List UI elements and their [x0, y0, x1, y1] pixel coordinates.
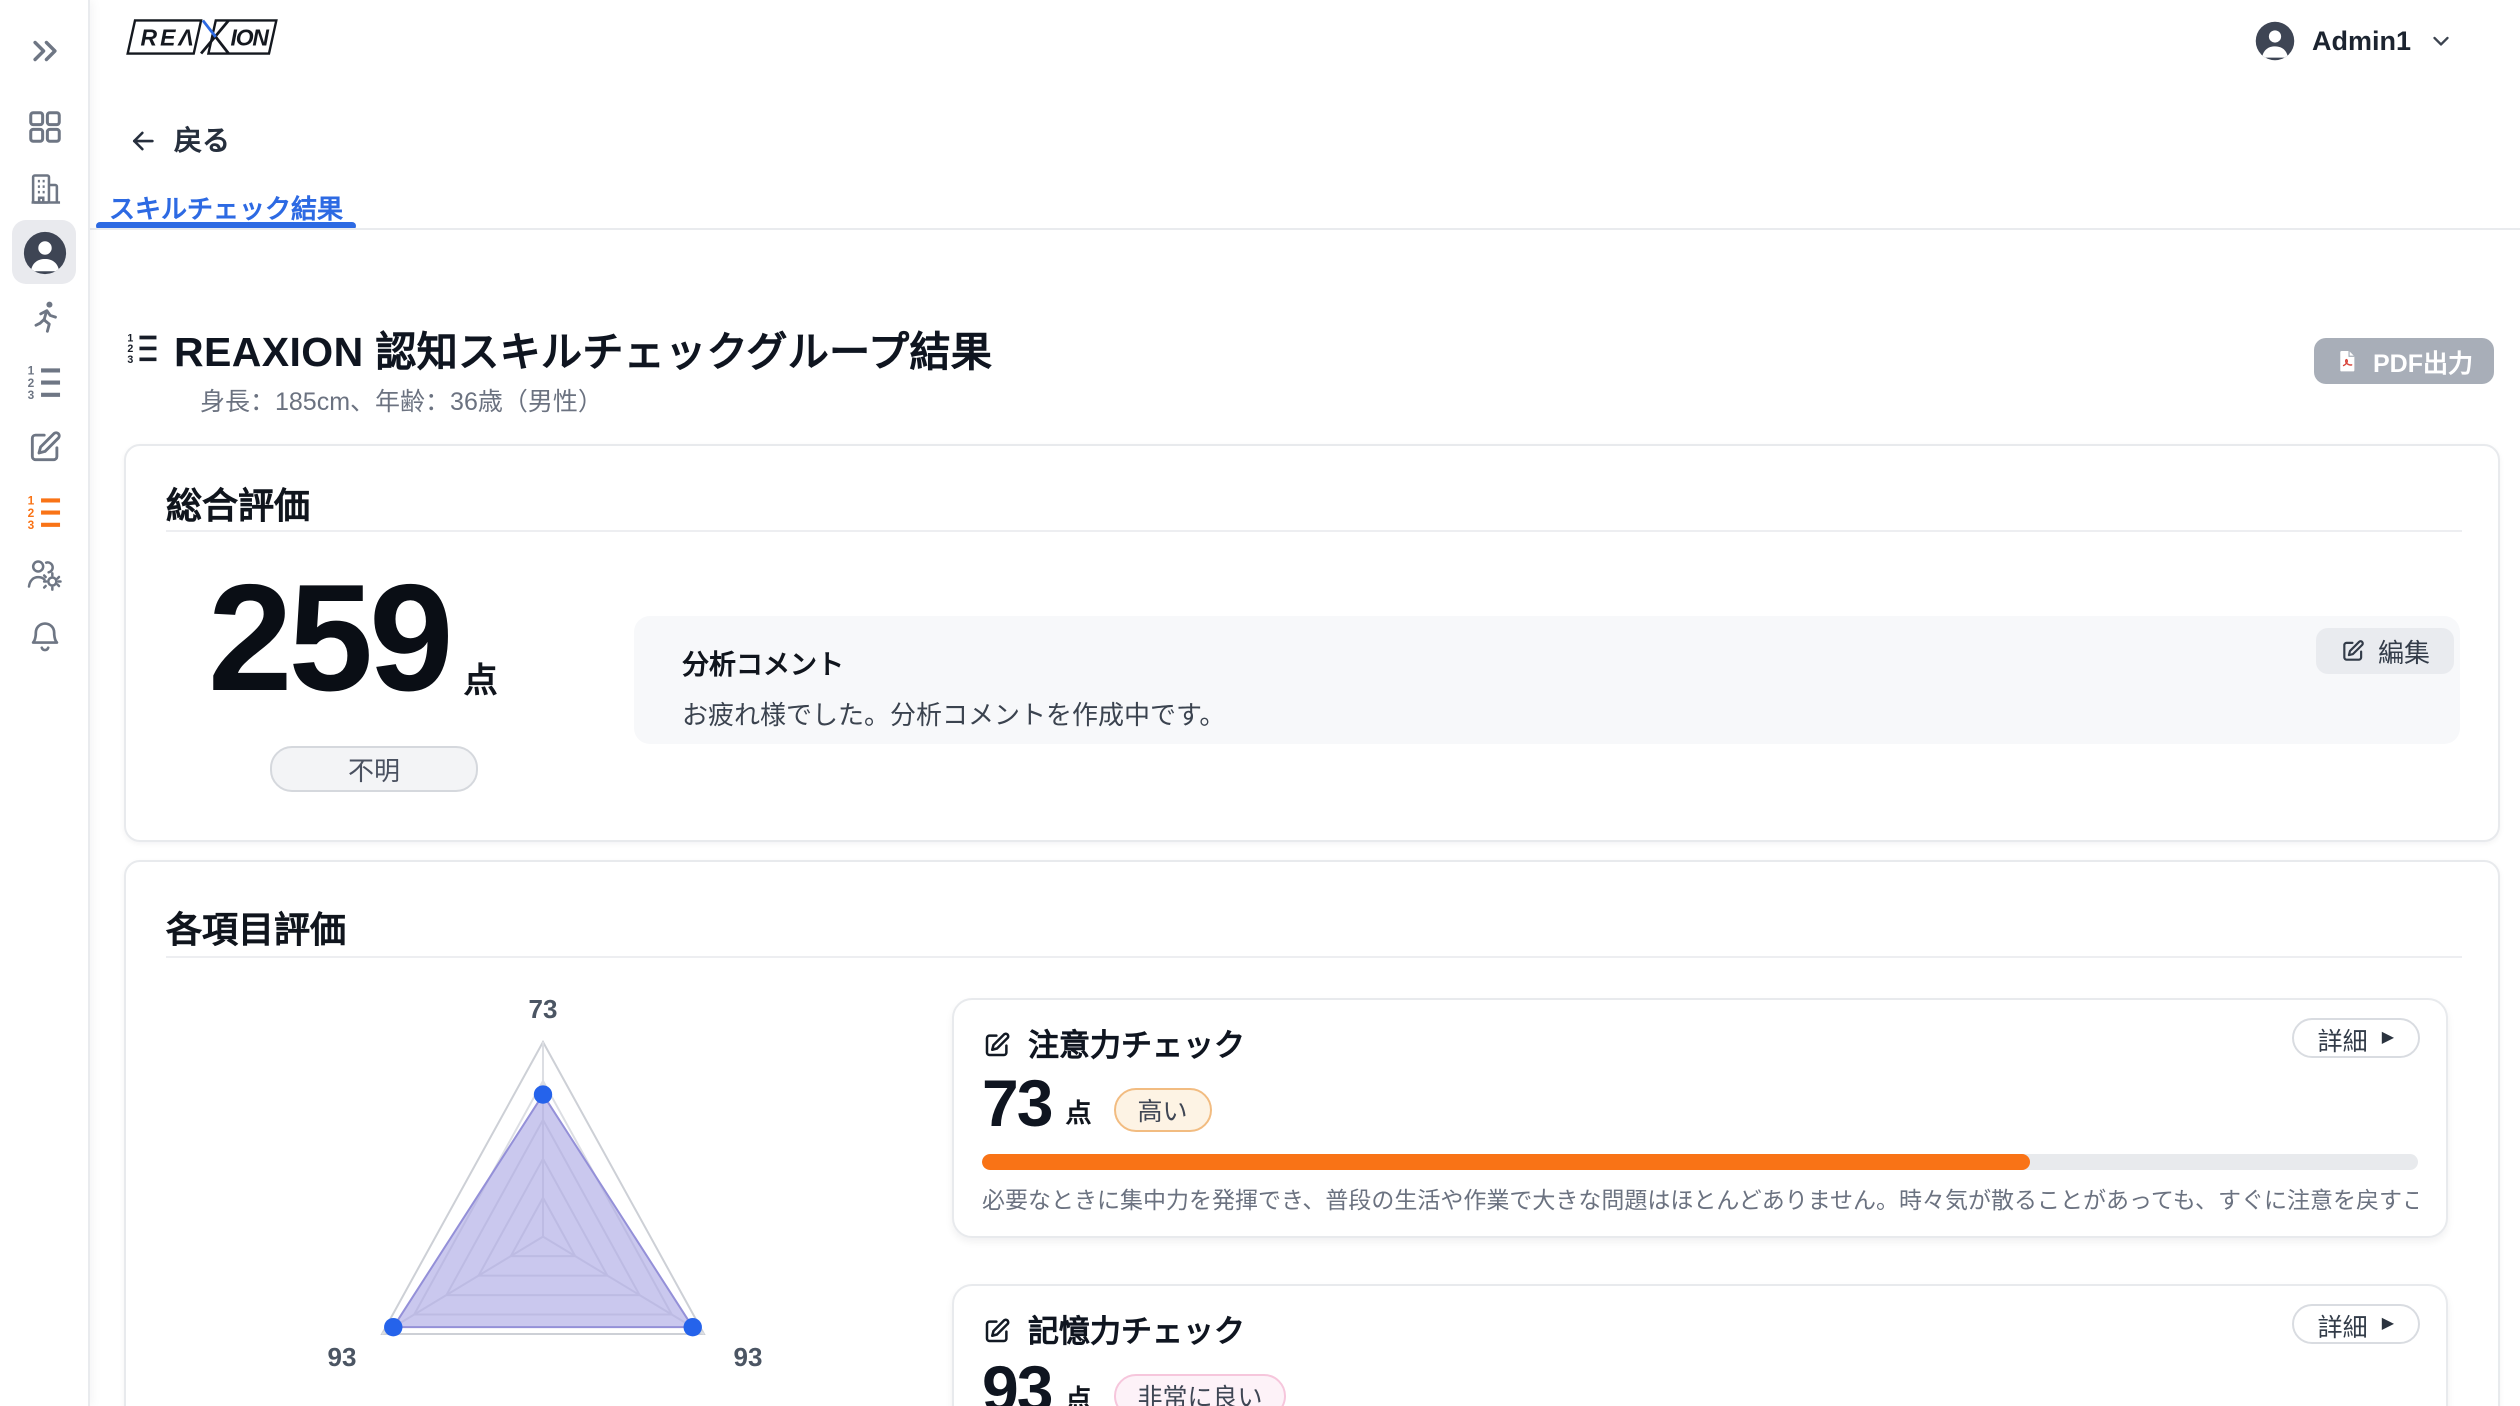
- item-evaluation-card: 各項目評価 73 93 93 注意力チェック 詳細 ▶ 73 点 高い: [124, 860, 2500, 1406]
- grid-icon: [25, 107, 63, 145]
- runner-icon: [25, 297, 63, 335]
- sidebar-item-member-settings[interactable]: [12, 544, 76, 604]
- sidebar-item-numbered-list[interactable]: 123: [12, 350, 76, 410]
- analysis-comment-box: 分析コメント お疲れ様でした。分析コメントを作成中です。 編集: [634, 616, 2460, 744]
- user-menu[interactable]: Admin1: [2254, 18, 2453, 62]
- detail-button-label: 詳細: [2318, 1305, 2368, 1343]
- pdf-export-button[interactable]: PDF出力: [2314, 338, 2494, 384]
- reaxion-logo: REΛ ION: [124, 18, 280, 56]
- check-level-badge: 高い: [1113, 1087, 1211, 1131]
- users-gear-icon: [24, 554, 64, 594]
- check-level-badge: 非常に良い: [1113, 1373, 1286, 1406]
- items-section-title: 各項目評価: [166, 902, 346, 954]
- overall-score-value: 259: [208, 574, 450, 708]
- tab-skill-check-results[interactable]: スキルチェック結果: [96, 188, 356, 226]
- sidebar-collapse-button[interactable]: [12, 20, 76, 80]
- sidebar-item-edit[interactable]: [12, 416, 76, 476]
- sidebar-item-organization[interactable]: [12, 158, 76, 218]
- user-avatar-icon: [21, 229, 67, 275]
- svg-text:REΛ: REΛ: [141, 25, 194, 51]
- svg-text:93: 93: [734, 1342, 763, 1372]
- ordered-list-icon: 123: [25, 361, 63, 399]
- check-score-row: 93 点 非常に良い: [982, 1360, 1287, 1406]
- svg-text:93: 93: [328, 1342, 357, 1372]
- svg-text:3: 3: [127, 354, 133, 364]
- play-arrow-icon: ▶: [2382, 1316, 2394, 1332]
- edit-square-icon: [982, 1315, 1012, 1345]
- page-title: REAXION 認知スキルチェックグループ結果: [174, 318, 992, 378]
- sidebar: 123 123: [0, 0, 90, 1406]
- detail-button-label: 詳細: [2318, 1019, 2368, 1057]
- pencil-square-icon: [2340, 638, 2366, 664]
- building-icon: [25, 169, 63, 207]
- user-avatar: [2254, 19, 2296, 61]
- check-title: 注意力チェック: [1028, 1022, 1245, 1066]
- score-progress-track: [982, 1154, 2418, 1170]
- tabs-bottom-border: [88, 228, 2520, 230]
- attention-check-card: 注意力チェック 詳細 ▶ 73 点 高い 必要なときに集中力を発揮でき、普段の生…: [952, 998, 2448, 1238]
- overall-score: 259 点: [208, 574, 498, 708]
- overall-status-badge: 不明: [270, 746, 478, 792]
- analysis-comment-title: 分析コメント: [682, 642, 844, 682]
- ordered-list-icon-orange: 123: [25, 491, 63, 529]
- user-name: Admin1: [2312, 25, 2411, 55]
- section-divider: [166, 956, 2462, 958]
- edit-square-icon: [982, 1029, 1012, 1059]
- sidebar-item-notifications[interactable]: [12, 606, 76, 666]
- chevron-down-icon: [2427, 27, 2453, 53]
- svg-text:ION: ION: [230, 25, 269, 51]
- report-list-icon: 123: [126, 330, 160, 364]
- score-progress-fill: [982, 1154, 2030, 1170]
- overall-evaluation-card: 総合評価 259 点 不明 分析コメント お疲れ様でした。分析コメントを作成中で…: [124, 444, 2500, 842]
- page-subtitle: 身長：185cm、年齢：36歳（男性）: [200, 380, 603, 418]
- check-description: 必要なときに集中力を発揮でき、普段の生活や作業で大きな問題はほとんどありません。…: [982, 1184, 2418, 1216]
- sidebar-item-training[interactable]: [12, 286, 76, 346]
- back-arrow-icon: [128, 125, 158, 155]
- edit-square-icon: [25, 427, 63, 465]
- pdf-export-label: PDF出力: [2373, 342, 2473, 380]
- play-arrow-icon: ▶: [2382, 1030, 2394, 1046]
- edit-comment-button[interactable]: 編集: [2316, 628, 2454, 674]
- radar-chart: 73 93 93: [202, 986, 882, 1406]
- sidebar-item-dashboard[interactable]: [12, 96, 76, 156]
- back-button[interactable]: 戻る: [128, 120, 230, 160]
- detail-button[interactable]: 詳細 ▶: [2292, 1018, 2420, 1058]
- sidebar-item-user-profile[interactable]: [12, 220, 76, 284]
- app-root: 123 123: [0, 0, 2520, 1406]
- svg-text:3: 3: [27, 517, 34, 529]
- analysis-comment-body: お疲れ様でした。分析コメントを作成中です。: [682, 694, 1225, 732]
- bell-icon: [25, 617, 63, 655]
- back-label: 戻る: [174, 120, 230, 160]
- check-score-unit: 点: [1065, 1377, 1091, 1406]
- edit-button-label: 編集: [2378, 632, 2430, 670]
- svg-text:3: 3: [27, 387, 34, 399]
- check-score-value: 93: [982, 1360, 1051, 1406]
- memory-check-card: 記憶力チェック 詳細 ▶ 93 点 非常に良い: [952, 1284, 2448, 1406]
- double-chevron-right-icon: [27, 33, 61, 67]
- overall-score-unit: 点: [464, 652, 498, 708]
- pdf-file-icon: [2335, 348, 2361, 374]
- detail-button[interactable]: 詳細 ▶: [2292, 1304, 2420, 1344]
- section-divider: [166, 530, 2462, 532]
- check-title: 記憶力チェック: [1028, 1308, 1245, 1352]
- svg-text:73: 73: [529, 994, 558, 1024]
- overall-section-title: 総合評価: [166, 478, 310, 530]
- check-score-unit: 点: [1065, 1091, 1091, 1133]
- check-score-value: 73: [982, 1074, 1051, 1133]
- check-score-row: 73 点 高い: [982, 1074, 1212, 1133]
- sidebar-item-results-active[interactable]: 123: [12, 480, 76, 540]
